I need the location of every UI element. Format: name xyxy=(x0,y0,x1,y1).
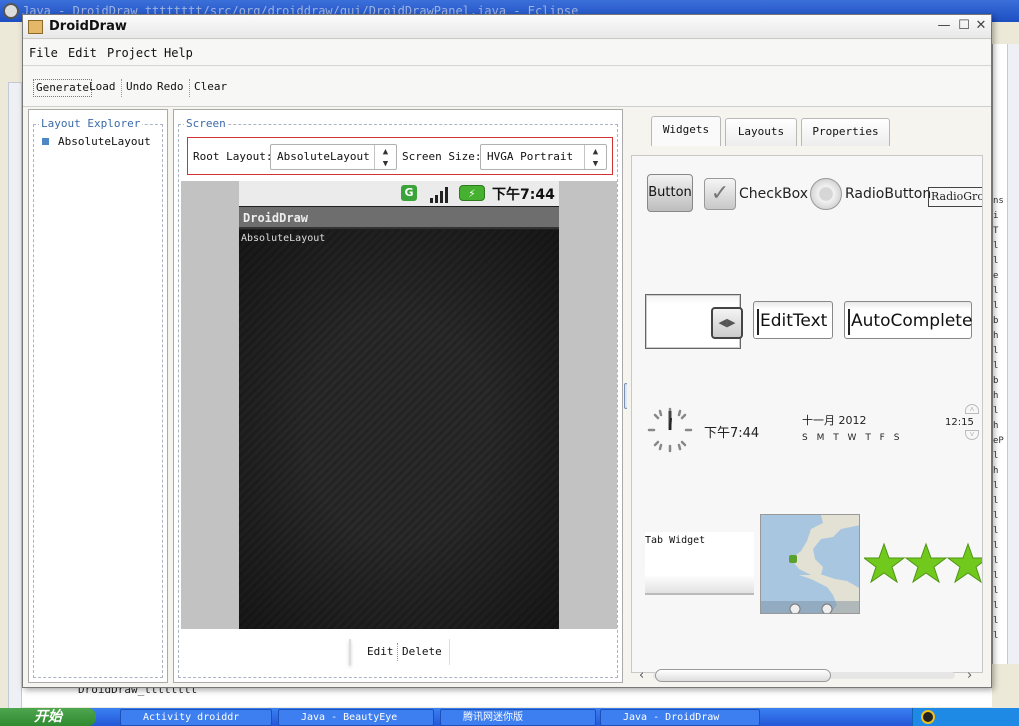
maximize-icon[interactable]: ☐ xyxy=(957,19,971,33)
window-title-bar[interactable]: DroidDraw — ☐ ✕ xyxy=(23,15,991,39)
datepicker-month[interactable]: 十一月 2012 xyxy=(802,412,867,428)
screen-title: Screen xyxy=(184,117,228,130)
widget-palette: Button ✓ CheckBox RadioButton RadioGrou … xyxy=(631,155,983,673)
signal-icon xyxy=(430,187,448,203)
eclipse-bottom-view: DroidDraw_tttttttt xyxy=(22,684,992,707)
layout-explorer-title: Layout Explorer xyxy=(39,117,143,130)
widget-button[interactable]: Button xyxy=(647,174,693,212)
widget-tab-host[interactable]: Tab Widget xyxy=(645,532,754,595)
tree-item-absolutelayout[interactable]: AbsoluteLayout xyxy=(42,135,151,148)
menu-help[interactable]: Help xyxy=(164,40,193,66)
system-tray xyxy=(912,708,1019,726)
tab-widgets[interactable]: Widgets xyxy=(651,116,721,146)
gallery-arrows-icon: ◀▶ xyxy=(711,307,743,339)
taskbar-item-activity[interactable]: Activity droiddr xyxy=(120,709,272,726)
scroll-left-icon[interactable]: ‹ xyxy=(639,668,644,683)
windows-taskbar: 开始 Activity droiddr Java - BeautyEye 腾讯网… xyxy=(0,708,1019,726)
toolbar-separator xyxy=(189,79,190,97)
generate-button[interactable]: Generate xyxy=(33,79,92,97)
toolbar-separator xyxy=(121,79,122,97)
datepicker-days: S M T W T F S xyxy=(802,433,900,443)
screen-size-value: HVGA Portrait xyxy=(487,150,574,163)
taskbar-item-qq-mini[interactable]: 腾讯网迷你版 xyxy=(440,709,596,726)
phone-app-title: DroidDraw xyxy=(239,207,559,229)
root-layout-select[interactable]: AbsoluteLayout ▲ ▼ xyxy=(270,144,397,170)
widget-gallery[interactable]: ◀▶ xyxy=(645,294,743,349)
phone-content-label: AbsoluteLayout xyxy=(241,233,326,244)
scroll-thumb[interactable] xyxy=(655,669,831,682)
phone-status-time: 下午7:44 xyxy=(492,187,555,203)
star-icon xyxy=(904,542,948,584)
chevron-down-icon[interactable]: ˅ xyxy=(965,430,979,440)
widget-digital-clock[interactable]: 下午7:44 xyxy=(704,422,759,441)
menu-file[interactable]: File xyxy=(29,40,58,66)
undo-button[interactable]: Undo xyxy=(124,79,155,97)
rating-stars[interactable] xyxy=(864,542,983,588)
widget-checkbox-label[interactable]: CheckBox xyxy=(739,186,808,202)
root-layout-label: Root Layout: xyxy=(193,150,273,163)
layout-node-icon xyxy=(42,138,49,145)
tab-widget-label: Tab Widget xyxy=(645,535,706,546)
map-image xyxy=(761,515,859,613)
phone-screen[interactable]: G ⚡ 下午7:44 DroidDraw AbsoluteLayout xyxy=(239,181,559,629)
eclipse-right-scrollbar[interactable] xyxy=(1007,44,1019,664)
droiddraw-app-icon xyxy=(28,20,43,34)
clear-button[interactable]: Clear xyxy=(192,79,229,97)
edit-delete-separator xyxy=(397,643,398,661)
qq-tray-icon[interactable] xyxy=(921,710,935,724)
widget-timepicker[interactable]: 12:15 xyxy=(945,417,974,428)
eclipse-icon xyxy=(3,3,19,19)
droiddraw-window: DroidDraw — ☐ ✕ File Edit Project Help G… xyxy=(22,14,992,688)
minimize-icon[interactable]: — xyxy=(937,19,951,33)
root-layout-row: Root Layout: AbsoluteLayout ▲ ▼ Screen Si… xyxy=(187,137,613,175)
widget-radiogroup[interactable]: RadioGrou xyxy=(928,187,982,207)
palette-horizontal-scrollbar[interactable]: ‹ › xyxy=(639,668,977,683)
eclipse-editor-strip: ns i Tl l e l l b h l l b h l h eP l h l l l l l l l l l l l xyxy=(992,44,1019,664)
phone-content-area[interactable]: AbsoluteLayout xyxy=(239,230,559,629)
widget-edittext[interactable]: EditText xyxy=(753,301,833,339)
phone-status-bar: G ⚡ 下午7:44 xyxy=(239,181,559,206)
tab-layouts[interactable]: Layouts xyxy=(725,118,797,146)
toolbar: Generate Load Undo Redo Clear xyxy=(23,67,991,107)
delete-button[interactable]: Delete xyxy=(402,645,442,658)
checkbox-icon[interactable]: ✓ xyxy=(704,178,736,210)
radio-icon[interactable] xyxy=(810,178,842,210)
updown-arrow-icon: ▲ ▼ xyxy=(374,145,396,169)
widget-autocomplete[interactable]: AutoComplete xyxy=(844,301,972,339)
taskbar-item-droiddraw[interactable]: Java - DroidDraw xyxy=(600,709,760,726)
menu-project[interactable]: Project xyxy=(107,40,158,66)
updown-arrow-icon: ▲ ▼ xyxy=(584,145,606,169)
screen-size-select[interactable]: HVGA Portrait ▲ ▼ xyxy=(480,144,607,170)
edit-delete-edge xyxy=(449,639,450,665)
start-button[interactable]: 开始 xyxy=(0,708,96,726)
eclipse-left-panel xyxy=(0,44,22,712)
edit-button[interactable]: Edit xyxy=(367,645,394,658)
star-icon xyxy=(946,542,982,584)
window-title: DroidDraw xyxy=(49,19,127,34)
layout-explorer-panel: Layout Explorer AbsoluteLayout xyxy=(28,109,168,683)
screen-size-label: Screen Size: xyxy=(402,150,482,163)
menu-edit[interactable]: Edit xyxy=(68,40,97,66)
menu-bar: File Edit Project Help xyxy=(23,40,991,66)
tab-properties[interactable]: Properties xyxy=(801,118,890,146)
gtalk-icon: G xyxy=(401,185,417,201)
analog-clock-icon xyxy=(647,407,693,453)
edit-delete-bar: Edit xyxy=(349,639,394,665)
tree-item-label: AbsoluteLayout xyxy=(58,135,151,148)
scroll-right-icon[interactable]: › xyxy=(967,668,972,683)
widget-mapview[interactable] xyxy=(760,514,860,614)
root-layout-value: AbsoluteLayout xyxy=(277,150,370,163)
chevron-up-icon[interactable]: ˄ xyxy=(965,404,979,414)
widget-radiobutton-label[interactable]: RadioButton xyxy=(845,186,931,202)
close-icon[interactable]: ✕ xyxy=(974,19,988,33)
layout-explorer-box: Layout Explorer AbsoluteLayout xyxy=(33,118,163,678)
star-icon xyxy=(864,542,906,584)
redo-button[interactable]: Redo xyxy=(155,79,186,97)
taskbar-item-beautyeye[interactable]: Java - BeautyEye xyxy=(278,709,434,726)
eclipse-left-scrollbar[interactable] xyxy=(8,82,22,712)
battery-charging-icon: ⚡ xyxy=(459,185,485,201)
load-button[interactable]: Load xyxy=(87,79,118,97)
